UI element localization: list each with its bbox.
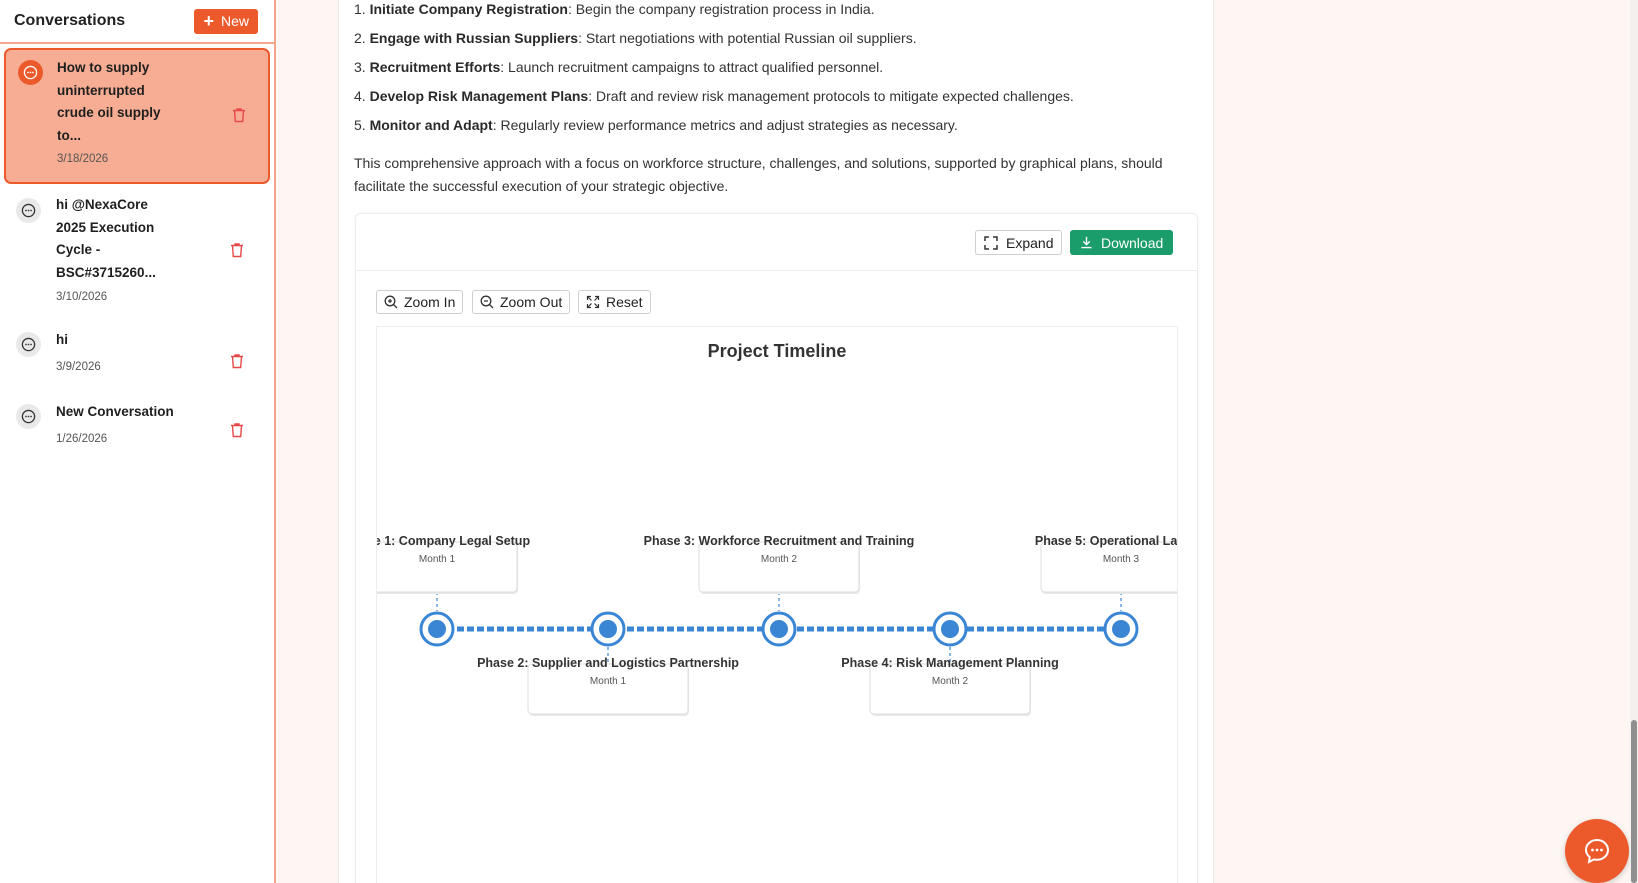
timeline-node — [770, 620, 788, 638]
timeline-event-label: Phase 2: Supplier and Logistics Partners… — [477, 656, 739, 670]
chat-bubble-icon — [1584, 838, 1610, 864]
zoom-out-icon — [480, 295, 494, 309]
timeline-event-month: Month 2 — [761, 554, 798, 565]
conversation-item[interactable]: hi @NexaCore 2025 Execution Cycle - BSC#… — [4, 196, 270, 306]
sidebar-title: Conversations — [14, 12, 126, 29]
expand-icon — [984, 235, 998, 250]
timeline-node — [599, 620, 617, 638]
expand-button[interactable]: Expand — [975, 230, 1063, 255]
reset-button[interactable]: Reset — [578, 290, 651, 314]
zoom-in-button[interactable]: Zoom In — [376, 290, 464, 314]
conversation-sidebar: Conversations + New How to supply uninte… — [0, 0, 276, 883]
scrollbar-thumb[interactable] — [1631, 720, 1637, 883]
download-label: Download — [1101, 234, 1164, 251]
new-conversation-button[interactable]: + New — [194, 8, 258, 34]
trash-icon[interactable] — [232, 107, 246, 123]
timeline-event-label: Phase 5: Operational Launch — [1035, 534, 1178, 548]
trash-icon[interactable] — [230, 242, 244, 258]
timeline-event-box — [377, 541, 518, 593]
conversation-item[interactable]: How to supply uninterrupted crude oil su… — [4, 48, 270, 184]
chat-bubble-icon — [18, 60, 43, 85]
timeline-event-month: Month 2 — [932, 676, 969, 687]
expand-label: Expand — [1006, 234, 1054, 251]
summary-paragraph: This comprehensive approach with a focus… — [354, 155, 1163, 194]
conversation-item[interactable]: New Conversation 1/26/2026 — [4, 404, 270, 452]
zoom-in-icon — [384, 295, 398, 309]
new-conversation-label: New — [220, 13, 249, 29]
timeline-card: Expand Download Zoom In Zoom Out Reset P… — [355, 213, 1198, 883]
timeline-toolbar: Expand Download — [356, 214, 1197, 271]
timeline-node — [428, 620, 446, 638]
timeline-event-box — [527, 663, 689, 715]
list-item: 4. Develop Risk Management Plans: Draft … — [354, 88, 1074, 104]
trash-icon[interactable] — [230, 353, 244, 369]
conversation-title: How to supply uninterrupted crude oil su… — [57, 60, 161, 143]
plus-icon: + — [203, 11, 214, 31]
timeline-event-label: Phase 4: Risk Management Planning — [841, 656, 1058, 670]
chat-launcher-button[interactable] — [1565, 819, 1629, 883]
timeline-event-box — [869, 663, 1031, 715]
conversation-item[interactable]: hi 3/9/2026 — [4, 332, 270, 380]
conversation-date: 3/9/2026 — [56, 361, 101, 373]
reset-icon — [586, 295, 600, 309]
trash-icon[interactable] — [230, 422, 244, 438]
chat-bubble-icon — [16, 198, 41, 223]
timeline-event-month: Month 3 — [1103, 554, 1140, 565]
conversation-title: hi — [56, 332, 68, 347]
list-item: 3. Recruitment Efforts: Launch recruitme… — [354, 59, 884, 75]
timeline-node — [1112, 620, 1130, 638]
conversation-title: New Conversation — [56, 404, 174, 419]
reset-label: Reset — [606, 294, 643, 310]
timeline-event-month: Month 1 — [419, 554, 456, 565]
sidebar-header: Conversations + New — [0, 0, 274, 44]
zoom-out-button[interactable]: Zoom Out — [472, 290, 571, 314]
conversation-date: 1/26/2026 — [56, 433, 108, 445]
list-item: 5. Monitor and Adapt: Regularly review p… — [354, 117, 958, 133]
chat-bubble-icon — [16, 404, 41, 429]
timeline-event-month: Month 1 — [590, 676, 627, 687]
timeline-event-box — [1040, 541, 1177, 593]
zoom-out-label: Zoom Out — [500, 294, 563, 310]
chat-bubble-icon — [16, 332, 41, 357]
conversation-date: 3/10/2026 — [56, 291, 108, 303]
download-icon — [1081, 236, 1092, 249]
conversation-date: 3/18/2026 — [57, 153, 109, 165]
timeline-chart[interactable]: Project Timeline Phase 1: Company Legal … — [376, 326, 1178, 883]
timeline-node — [941, 620, 959, 638]
timeline-event-label: Phase 1: Company Legal Setup — [377, 534, 530, 548]
timeline-svg: Phase 1: Company Legal Setup Month 1 Phase… — [377, 534, 1178, 716]
list-item: 1. Initiate Company Registration: Begin … — [354, 1, 875, 17]
timeline-event-box — [698, 541, 860, 593]
list-item: 2. Engage with Russian Suppliers: Start … — [354, 30, 917, 46]
zoom-in-label: Zoom In — [404, 294, 456, 310]
timeline-event-label: Phase 3: Workforce Recruitment and Train… — [644, 534, 915, 548]
download-button[interactable]: Download — [1070, 230, 1174, 255]
conversation-title: hi @NexaCore 2025 Execution Cycle - BSC#… — [56, 197, 156, 280]
